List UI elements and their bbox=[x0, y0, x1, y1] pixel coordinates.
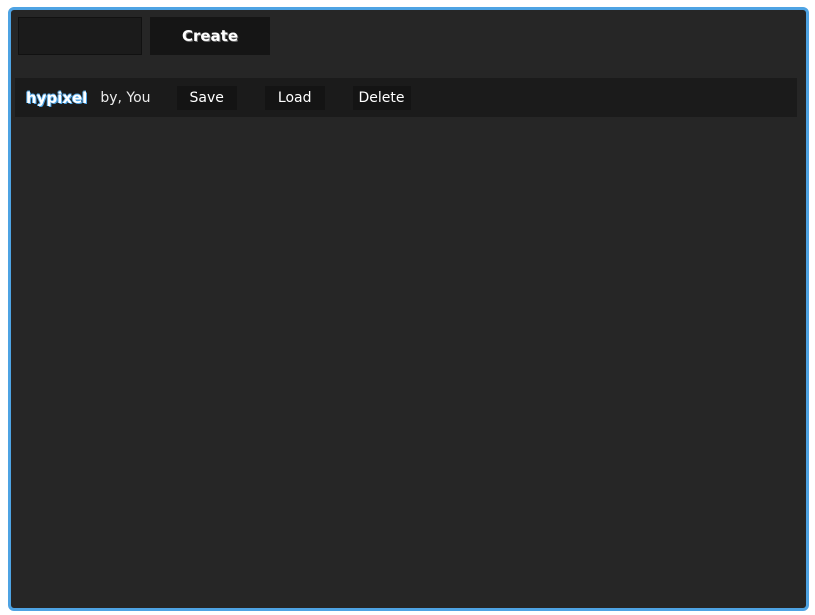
content-area bbox=[11, 120, 806, 608]
delete-button[interactable]: Delete bbox=[352, 85, 411, 110]
load-button[interactable]: Load bbox=[264, 85, 325, 110]
main-panel: Create hypixel by, You Save Load Delete bbox=[8, 7, 809, 611]
save-button[interactable]: Save bbox=[176, 85, 237, 110]
profile-owner: by, You bbox=[100, 89, 151, 106]
profile-name-input[interactable] bbox=[18, 17, 142, 55]
create-button[interactable]: Create bbox=[150, 17, 270, 55]
profile-row: hypixel by, You Save Load Delete bbox=[15, 78, 797, 117]
create-profile-row: Create bbox=[18, 17, 270, 55]
profile-name: hypixel bbox=[26, 88, 88, 107]
